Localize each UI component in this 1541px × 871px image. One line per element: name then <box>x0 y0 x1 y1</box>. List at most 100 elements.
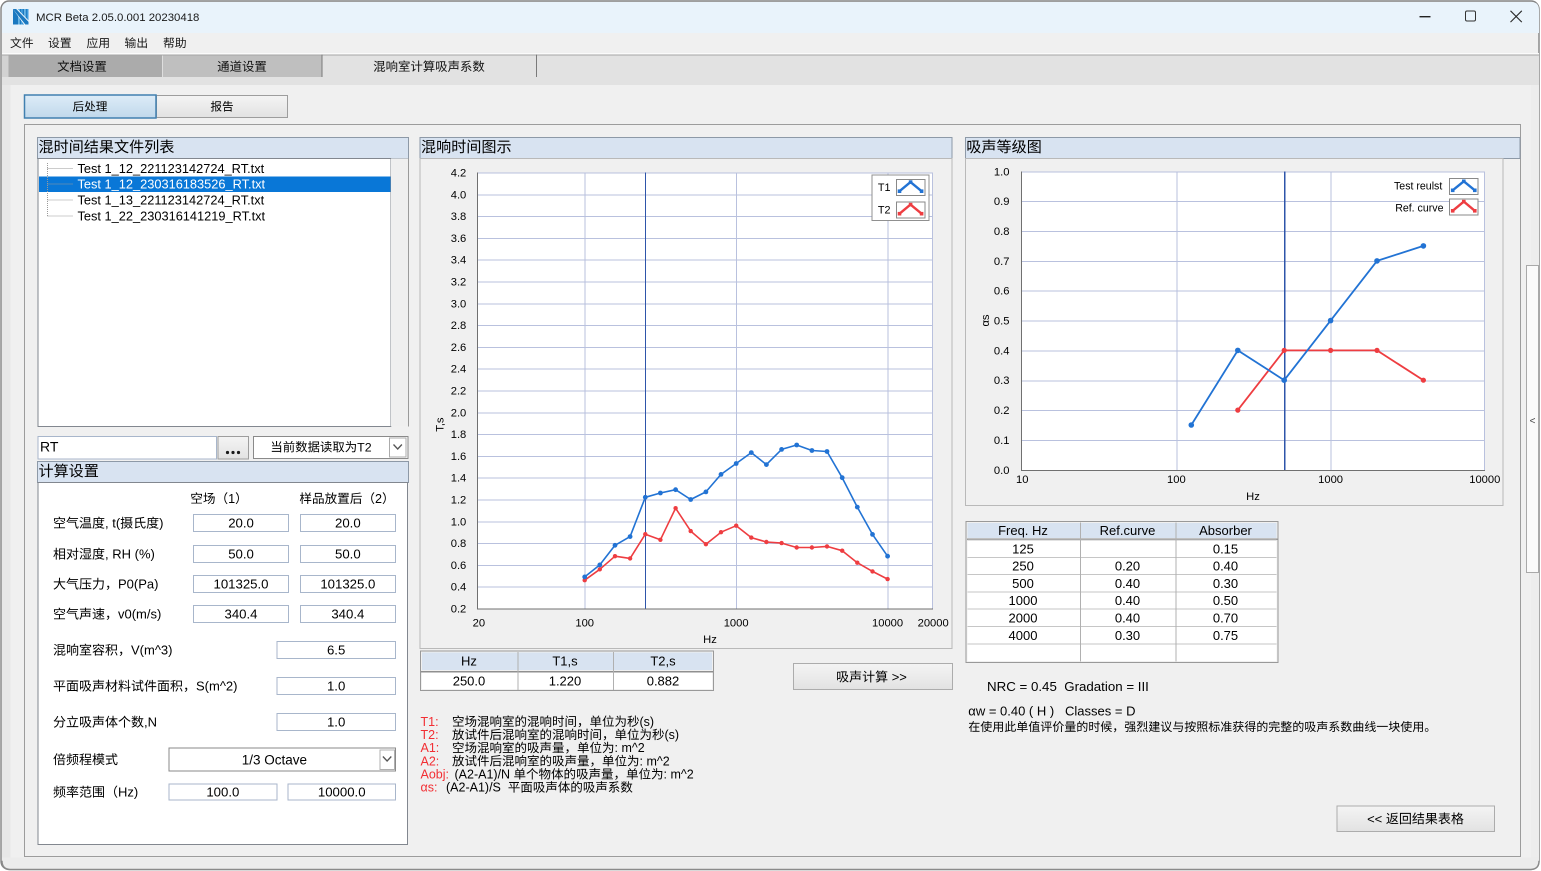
svg-text:Aobj:: Aobj: <box>421 768 450 782</box>
svg-text:100: 100 <box>1167 474 1186 486</box>
svg-text:Hz: Hz <box>461 654 477 669</box>
svg-text:0.75: 0.75 <box>1213 628 1238 643</box>
svg-text:2.0: 2.0 <box>451 407 467 419</box>
svg-text:1/3 Octave: 1/3 Octave <box>242 752 307 767</box>
svg-text:T1: T1 <box>878 182 891 194</box>
svg-text:2.2: 2.2 <box>451 385 467 397</box>
svg-text:: m^2: : m^2 <box>615 741 645 755</box>
svg-text:Hz: Hz <box>1246 491 1260 503</box>
svg-text:0.5: 0.5 <box>994 316 1010 328</box>
svg-text:(s): (s) <box>640 715 655 729</box>
svg-text:αw = 0.40 ( H ) Classes = D: αw = 0.40 ( H ) Classes = D <box>968 704 1135 719</box>
svg-text:3.2: 3.2 <box>451 276 467 288</box>
svg-text:,N: ,N <box>144 715 157 730</box>
svg-text:101325.0: 101325.0 <box>214 577 269 592</box>
svg-text:0.2: 0.2 <box>451 603 467 615</box>
svg-text:0.8: 0.8 <box>451 538 467 550</box>
svg-text:P0(Pa): P0(Pa) <box>118 577 158 592</box>
svg-text:1.8: 1.8 <box>451 429 467 441</box>
svg-text:: m^2: : m^2 <box>664 768 694 782</box>
svg-text:0.70: 0.70 <box>1213 611 1238 626</box>
svg-text:500: 500 <box>1012 576 1034 591</box>
svg-text:1.220: 1.220 <box>549 673 582 688</box>
svg-text:A2:: A2: <box>421 754 440 768</box>
svg-text:50.0: 50.0 <box>228 547 254 562</box>
svg-text:Ref.curve: Ref.curve <box>1100 523 1156 538</box>
svg-text:>>: >> <box>888 669 907 684</box>
svg-text:250.0: 250.0 <box>453 673 486 688</box>
svg-text:0.4: 0.4 <box>994 345 1010 357</box>
svg-text:A1:: A1: <box>421 741 440 755</box>
svg-text:2000: 2000 <box>1009 611 1038 626</box>
svg-text:0.8: 0.8 <box>994 226 1010 238</box>
svg-text:, RH (%): , RH (%) <box>105 547 155 562</box>
svg-text:125: 125 <box>1012 541 1034 556</box>
svg-text:20: 20 <box>473 617 485 629</box>
svg-text:10000: 10000 <box>872 617 903 629</box>
svg-text:<: < <box>1530 416 1536 427</box>
svg-text:3.4: 3.4 <box>451 255 467 267</box>
svg-text:1.0: 1.0 <box>451 516 467 528</box>
svg-text:101325.0: 101325.0 <box>320 577 375 592</box>
svg-text:250: 250 <box>1012 559 1034 574</box>
svg-text:V(m^3): V(m^3) <box>131 643 173 658</box>
svg-text:NRC = 0.45 Gradation = III: NRC = 0.45 Gradation = III <box>987 679 1149 694</box>
svg-text:Test 1_13_221123142724_RT.txt: Test 1_13_221123142724_RT.txt <box>78 193 265 208</box>
svg-text:Test 1_12_221123142724_RT.txt: Test 1_12_221123142724_RT.txt <box>78 161 265 176</box>
svg-text:10: 10 <box>1016 474 1028 486</box>
svg-text:(A2-A1)/N: (A2-A1)/N <box>455 768 514 782</box>
svg-text:αs: αs <box>980 314 992 326</box>
svg-text:2.6: 2.6 <box>451 342 467 354</box>
svg-text:6.5: 6.5 <box>327 643 345 658</box>
svg-text:100.0: 100.0 <box>206 785 239 800</box>
svg-text:0.4: 0.4 <box>451 582 467 594</box>
svg-text:Test 1_22_230316141219_RT.txt: Test 1_22_230316141219_RT.txt <box>78 208 266 223</box>
svg-text:0.30: 0.30 <box>1115 628 1140 643</box>
svg-text:4.0: 4.0 <box>451 189 467 201</box>
svg-text:T2:: T2: <box>421 728 439 742</box>
svg-text:1000: 1000 <box>724 617 749 629</box>
svg-text:Hz): Hz) <box>118 785 138 800</box>
svg-text:(s): (s) <box>665 728 680 742</box>
svg-text:0.0: 0.0 <box>994 465 1010 477</box>
svg-text:S(m^2): S(m^2) <box>196 679 238 694</box>
svg-text:Hz: Hz <box>703 634 717 646</box>
svg-text:): ) <box>159 516 163 531</box>
svg-text:20.0: 20.0 <box>335 516 361 531</box>
svg-text:0.882: 0.882 <box>647 673 680 688</box>
svg-text:1.0: 1.0 <box>327 679 345 694</box>
svg-text:RT: RT <box>40 438 59 454</box>
svg-text:4000: 4000 <box>1009 628 1038 643</box>
svg-text:0.6: 0.6 <box>451 560 467 572</box>
svg-text:(A2-A1)/S: (A2-A1)/S <box>446 781 508 795</box>
svg-text:2.4: 2.4 <box>451 364 467 376</box>
svg-text:0.20: 0.20 <box>1115 559 1140 574</box>
svg-text:0.2: 0.2 <box>994 405 1010 417</box>
svg-text:3.0: 3.0 <box>451 298 467 310</box>
svg-text:T2: T2 <box>357 440 372 454</box>
svg-text:: m^2: : m^2 <box>640 754 670 768</box>
svg-text:3.8: 3.8 <box>451 211 467 223</box>
svg-text:0.15: 0.15 <box>1213 541 1238 556</box>
svg-text:4.2: 4.2 <box>451 167 467 179</box>
svg-text:0.6: 0.6 <box>994 286 1010 298</box>
svg-text:0.40: 0.40 <box>1213 559 1238 574</box>
svg-text:0.40: 0.40 <box>1115 593 1140 608</box>
svg-text:T2: T2 <box>878 205 891 217</box>
svg-text:T1:: T1: <box>421 715 439 729</box>
svg-text:0.50: 0.50 <box>1213 593 1238 608</box>
svg-text:T,s: T,s <box>434 417 446 432</box>
svg-text:20.0: 20.0 <box>228 516 254 531</box>
svg-text:αs:: αs: <box>421 781 438 795</box>
svg-text:v0(m/s): v0(m/s) <box>118 607 161 622</box>
svg-text:340.4: 340.4 <box>225 607 258 622</box>
svg-text:1000: 1000 <box>1009 593 1038 608</box>
svg-text:50.0: 50.0 <box>335 547 361 562</box>
svg-text:Absorber: Absorber <box>1199 523 1252 538</box>
svg-text:1000: 1000 <box>1318 474 1343 486</box>
svg-text:0.30: 0.30 <box>1213 576 1238 591</box>
svg-text:1.0: 1.0 <box>994 166 1010 178</box>
svg-text:, t(: , t( <box>105 516 121 531</box>
svg-text:10000: 10000 <box>1469 474 1500 486</box>
svg-text:T1,s: T1,s <box>552 654 578 669</box>
